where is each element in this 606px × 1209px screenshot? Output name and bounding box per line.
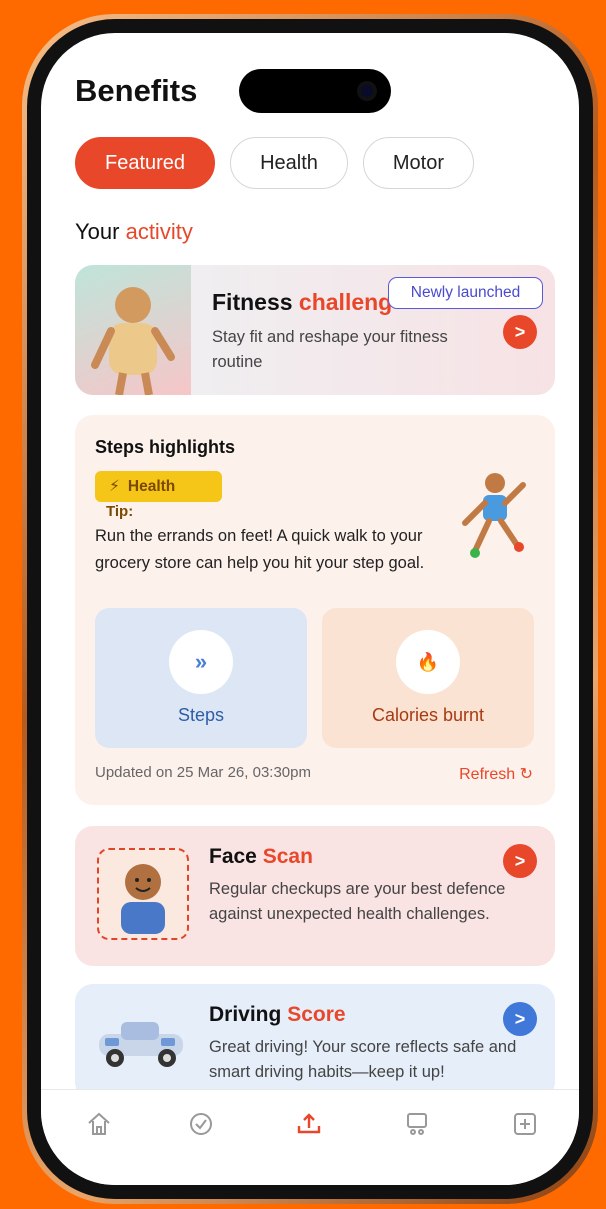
steps-highlights-card: Steps highlights ⚡ Health Tip: Run the e… [75,415,555,805]
fitness-title-prefix: Fitness [212,289,293,315]
tab-bar: Featured Health Motor [75,137,474,189]
steps-stat-tile[interactable]: » Steps [95,608,307,748]
refresh-button[interactable]: Refresh ↻ [459,764,533,784]
calories-stat-tile[interactable]: 🔥 Calories burnt [322,608,534,748]
face-scan-title-accent: Scan [262,845,313,868]
driving-score-description: Great driving! Your score reflects safe … [209,1038,517,1081]
face-scan-description: Regular checkups are your best defence a… [209,880,506,923]
tip-text: Run the errands on feet! A quick walk to… [95,527,425,572]
fitness-illustration [75,265,191,395]
bottom-nav [41,1089,579,1185]
driving-score-card[interactable]: Driving Score Great driving! Your score … [75,984,555,1100]
driving-score-title: Driving Score [209,1003,346,1027]
face-scan-illustration [97,848,189,940]
section-title: Your activity [75,219,193,245]
section-title-accent: activity [125,219,193,244]
tab-featured[interactable]: Featured [75,137,216,189]
newly-launched-badge: Newly launched [388,277,543,309]
tab-health[interactable]: Health [230,137,348,189]
driving-title-prefix: Driving [209,1003,282,1026]
car-illustration [99,1022,183,1067]
calories-stat-label: Calories burnt [371,705,485,725]
face-scan-card[interactable]: Face Scan Regular checkups are your best… [75,826,555,966]
fitness-challenge-card[interactable]: Fitness challeng Newly launched Stay fit… [75,265,555,395]
fitness-title-accent: challeng [298,289,393,315]
driving-title-accent: Score [287,1003,346,1026]
walking-figure-illustration [462,473,526,558]
page-title: Benefits [75,73,198,108]
upload-icon[interactable] [289,1104,329,1144]
plus-square-icon[interactable] [505,1104,545,1144]
face-scan-title-prefix: Face [209,845,257,868]
health-tag-label: Health [127,477,176,495]
chevron-right-icon[interactable]: > [503,315,537,349]
dynamic-island [239,69,391,113]
screen: Benefits Featured Health Motor Your acti… [41,33,579,1185]
steps-title: Steps highlights [95,437,236,457]
chevron-right-icon[interactable]: > [503,1002,537,1036]
home-icon[interactable] [79,1104,119,1144]
tip-label: Tip: [106,503,134,520]
health-tag: ⚡ Health [95,471,222,502]
fitness-description: Stay fit and reshape your fitness routin… [212,328,448,371]
updated-timestamp: Updated on 25 Mar 26, 03:30pm [95,764,311,781]
phone-frame: Benefits Featured Health Motor Your acti… [22,14,598,1204]
camera-icon [357,81,377,101]
section-title-prefix: Your [75,219,120,244]
face-scan-title: Face Scan [209,845,313,869]
steps-stat-label: Steps [177,705,225,725]
check-circle-icon[interactable] [181,1104,221,1144]
monitor-icon[interactable] [397,1104,437,1144]
flame-icon: 🔥 [396,630,460,694]
phone-bezel: Benefits Featured Health Motor Your acti… [27,19,593,1199]
tab-motor[interactable]: Motor [362,137,474,189]
chevron-right-icon[interactable]: > [503,844,537,878]
steps-icon: » [169,630,233,694]
lightning-icon: ⚡ [109,478,120,495]
fitness-title: Fitness challeng [212,289,392,316]
